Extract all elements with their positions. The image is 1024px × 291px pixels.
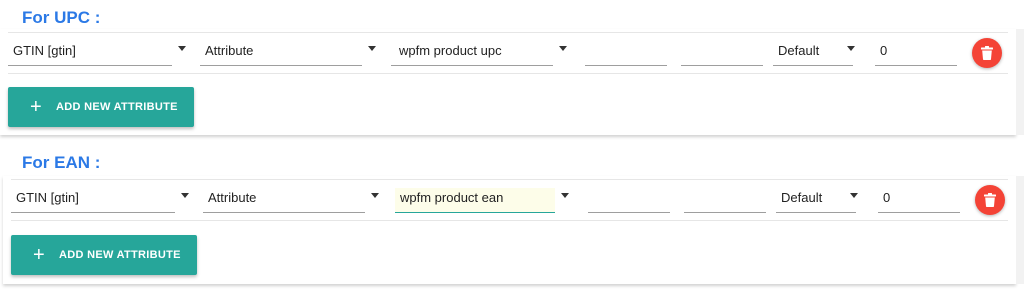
- upc-add-attribute-label: ADD NEW ATTRIBUTE: [55, 101, 178, 113]
- trash-icon: [984, 193, 996, 207]
- chevron-down-icon: [559, 46, 567, 51]
- ean-add-attribute-label: ADD NEW ATTRIBUTE: [58, 249, 181, 261]
- ean-number-value: 0: [883, 190, 891, 205]
- upc-type-select[interactable]: Attribute: [200, 41, 376, 66]
- trash-icon: [981, 46, 993, 60]
- ean-extra-input-1[interactable]: [588, 188, 670, 213]
- ean-delete-button[interactable]: [975, 185, 1005, 215]
- ean-number-input[interactable]: 0: [878, 188, 960, 213]
- ean-mode-select[interactable]: Default: [776, 188, 858, 213]
- chevron-down-icon: [561, 193, 569, 198]
- plus-icon: +: [30, 96, 42, 118]
- ean-product-id-value: GTIN [gtin]: [16, 190, 79, 205]
- upc-mode-select[interactable]: Default: [773, 41, 855, 66]
- upc-section-heading: For UPC :: [22, 8, 101, 27]
- chevron-down-icon: [847, 46, 855, 51]
- plus-icon: +: [33, 244, 45, 266]
- ean-type-select[interactable]: Attribute: [203, 188, 379, 213]
- upc-extra-input-1[interactable]: [585, 41, 667, 66]
- ean-extra-input-2[interactable]: [684, 188, 766, 213]
- ean-section-heading: For EAN :: [22, 153, 101, 172]
- chevron-down-icon: [371, 193, 379, 198]
- upc-extra-input-2[interactable]: [681, 41, 763, 66]
- ean-mode-value: Default: [781, 190, 823, 205]
- scroll-edge: [1016, 29, 1024, 135]
- chevron-down-icon: [181, 193, 189, 198]
- ean-value-text: wpfm product ean: [400, 190, 504, 205]
- chevron-down-icon: [178, 46, 186, 51]
- upc-delete-button[interactable]: [972, 38, 1002, 68]
- chevron-down-icon: [850, 193, 858, 198]
- upc-number-input[interactable]: 0: [875, 41, 957, 66]
- upc-number-value: 0: [880, 43, 888, 58]
- upc-product-id-value: GTIN [gtin]: [13, 43, 76, 58]
- ean-attribute-row: GTIN [gtin] Attribute wpfm product ean D…: [11, 179, 1008, 221]
- upc-mapping-card: GTIN [gtin] Attribute wpfm product upc D…: [0, 29, 1016, 135]
- scroll-edge: [1016, 176, 1024, 284]
- chevron-down-icon: [368, 46, 376, 51]
- ean-value-select[interactable]: wpfm product ean: [395, 188, 569, 213]
- ean-product-id-select[interactable]: GTIN [gtin]: [11, 188, 189, 213]
- ean-mapping-card: GTIN [gtin] Attribute wpfm product ean D…: [3, 176, 1016, 284]
- upc-type-value: Attribute: [205, 43, 254, 58]
- upc-attribute-row: GTIN [gtin] Attribute wpfm product upc D…: [8, 32, 1008, 74]
- upc-product-id-select[interactable]: GTIN [gtin]: [8, 41, 186, 66]
- upc-mode-value: Default: [778, 43, 820, 58]
- upc-value-select[interactable]: wpfm product upc: [391, 41, 567, 66]
- ean-add-attribute-button[interactable]: + ADD NEW ATTRIBUTE: [11, 235, 197, 275]
- upc-value-text: wpfm product upc: [399, 43, 502, 58]
- ean-type-value: Attribute: [208, 190, 257, 205]
- upc-add-attribute-button[interactable]: + ADD NEW ATTRIBUTE: [8, 87, 194, 127]
